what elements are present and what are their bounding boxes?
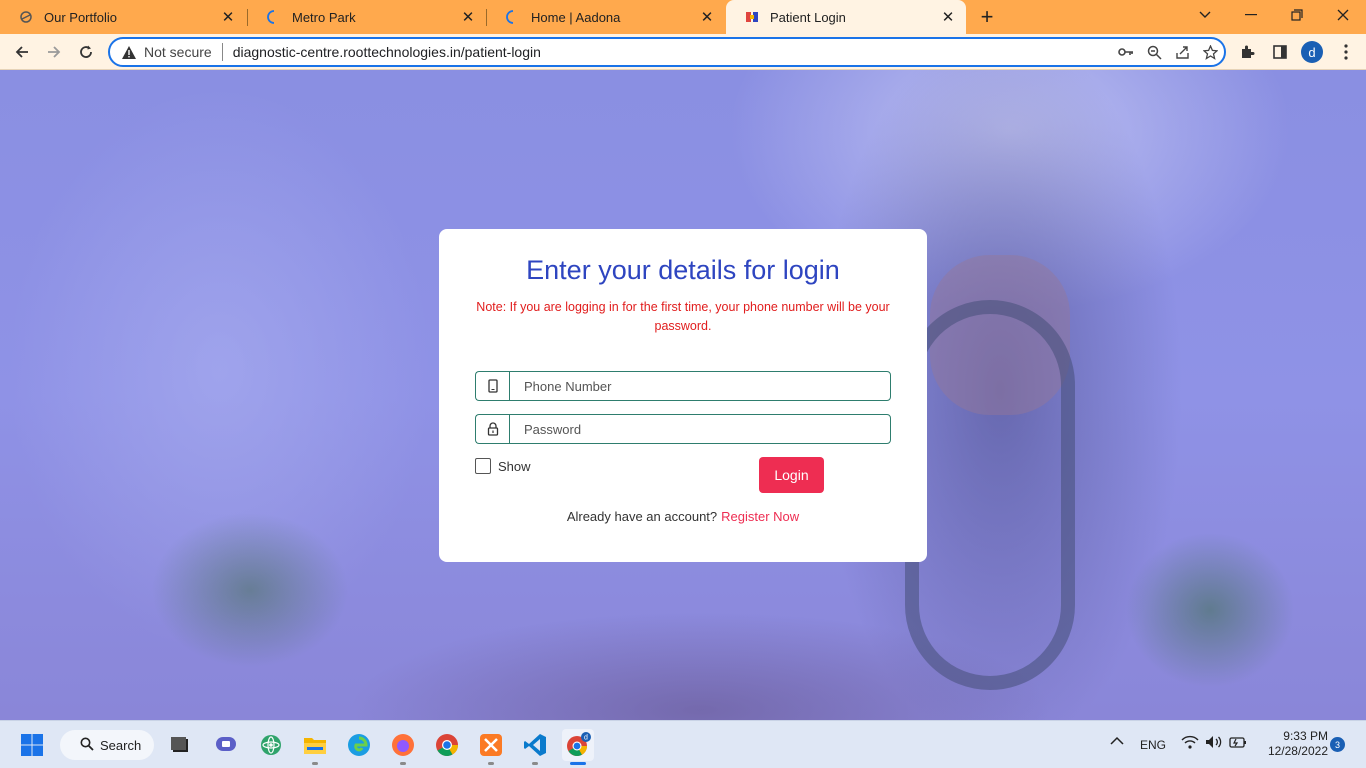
clinic-icon [744,9,760,25]
task-view-icon[interactable] [164,729,196,761]
url-text[interactable]: diagnostic-centre.roottechnologies.in/pa… [233,44,1112,60]
page-background: Enter your details for login Note: If yo… [0,70,1366,720]
register-prompt-line: Already have an account? Register Now [439,509,927,524]
browser-toolbar: Not secure diagnostic-centre.roottechnol… [0,34,1366,70]
chrome-icon[interactable] [431,729,463,761]
close-icon[interactable]: ✕ [458,7,478,27]
warning-icon[interactable] [120,43,138,61]
running-indicator [488,762,494,765]
register-now-link[interactable]: Register Now [721,509,799,524]
atom-icon[interactable] [255,729,287,761]
extensions-icon[interactable] [1235,40,1261,64]
first-login-note: Note: If you are logging in for the firs… [476,300,890,333]
show-password-toggle[interactable]: Show [475,458,531,474]
tab-label: Patient Login [770,9,846,25]
forward-button[interactable] [40,38,68,66]
new-tab-button[interactable]: + [974,4,1000,29]
volume-icon[interactable] [1205,735,1223,752]
login-title: Enter your details for login [526,255,840,285]
teams-icon[interactable] [210,729,242,761]
clock-time: 9:33 PM [1283,729,1328,743]
xampp-icon[interactable] [475,729,507,761]
taskbar-search[interactable]: Search [60,730,154,760]
firefox-icon[interactable] [387,729,419,761]
reload-button[interactable] [72,38,100,66]
search-label: Search [100,737,142,753]
profile-avatar[interactable]: d [1301,41,1323,63]
windows-taskbar: Search d ENG 9:33 PM 12/28/2022 3 [0,720,1366,768]
tab-label: Our Portfolio [44,9,117,25]
notification-badge[interactable]: 3 [1330,737,1345,752]
menu-kebab-icon[interactable] [1333,40,1359,64]
login-card: Enter your details for login Note: If yo… [439,229,927,562]
chrome-profile-icon[interactable]: d [562,729,594,761]
tab-label: Home | Aadona [531,9,621,25]
vscode-icon[interactable] [519,729,551,761]
file-explorer-icon[interactable] [299,729,331,761]
chevron-up-icon[interactable] [1110,735,1124,749]
tab-metro-park[interactable]: Metro Park ✕ [248,0,486,34]
loading-icon [266,9,282,25]
divider [221,43,223,61]
start-icon[interactable] [16,729,48,761]
search-icon [80,737,94,754]
phone-number-input[interactable] [509,371,891,401]
language-indicator[interactable]: ENG [1140,738,1166,752]
loading-icon [505,9,521,25]
address-bar[interactable]: Not secure diagnostic-centre.roottechnol… [108,37,1226,67]
phone-icon [475,371,509,401]
show-password-checkbox[interactable] [475,458,491,474]
system-clock[interactable]: 9:33 PM 12/28/2022 [1258,729,1328,759]
key-icon[interactable] [1112,40,1140,64]
tab-label: Metro Park [292,9,356,25]
show-password-label: Show [498,458,531,474]
back-button[interactable] [8,38,36,66]
tab-search-chevron-icon[interactable] [1182,0,1228,30]
active-indicator [570,762,586,765]
background-stethoscope-image [905,300,1075,690]
edge-icon[interactable] [343,729,375,761]
bookmark-star-icon[interactable] [1196,40,1224,64]
battery-icon[interactable] [1229,735,1247,752]
wifi-icon[interactable] [1181,735,1199,752]
close-window-button[interactable] [1320,0,1366,30]
portfolio-icon [18,9,34,25]
share-icon[interactable] [1168,40,1196,64]
svg-text:d: d [584,735,588,742]
running-indicator [532,762,538,765]
zoom-out-icon[interactable] [1140,40,1168,64]
login-button[interactable]: Login [759,457,824,493]
password-input[interactable] [509,414,891,444]
close-icon[interactable]: ✕ [697,7,717,27]
restore-button[interactable] [1274,0,1320,30]
minimize-button[interactable] [1228,0,1274,30]
password-field-group [475,414,891,444]
close-icon[interactable]: ✕ [218,7,238,27]
tab-strip: Our Portfolio ✕ Metro Park ✕ Home | Aado… [0,0,1366,34]
phone-field-group [475,371,891,401]
running-indicator [312,762,318,765]
register-prompt-text: Already have an account? [566,509,718,524]
close-icon[interactable]: ✕ [938,7,958,27]
running-indicator [400,762,406,765]
tab-patient-login[interactable]: Patient Login ✕ [726,0,966,34]
tab-our-portfolio[interactable]: Our Portfolio ✕ [0,0,246,34]
tab-home-aadona[interactable]: Home | Aadona ✕ [487,0,725,34]
lock-icon [475,414,509,444]
security-status[interactable]: Not secure [144,44,212,60]
side-panel-icon[interactable] [1267,40,1293,64]
clock-date: 12/28/2022 [1267,744,1328,758]
